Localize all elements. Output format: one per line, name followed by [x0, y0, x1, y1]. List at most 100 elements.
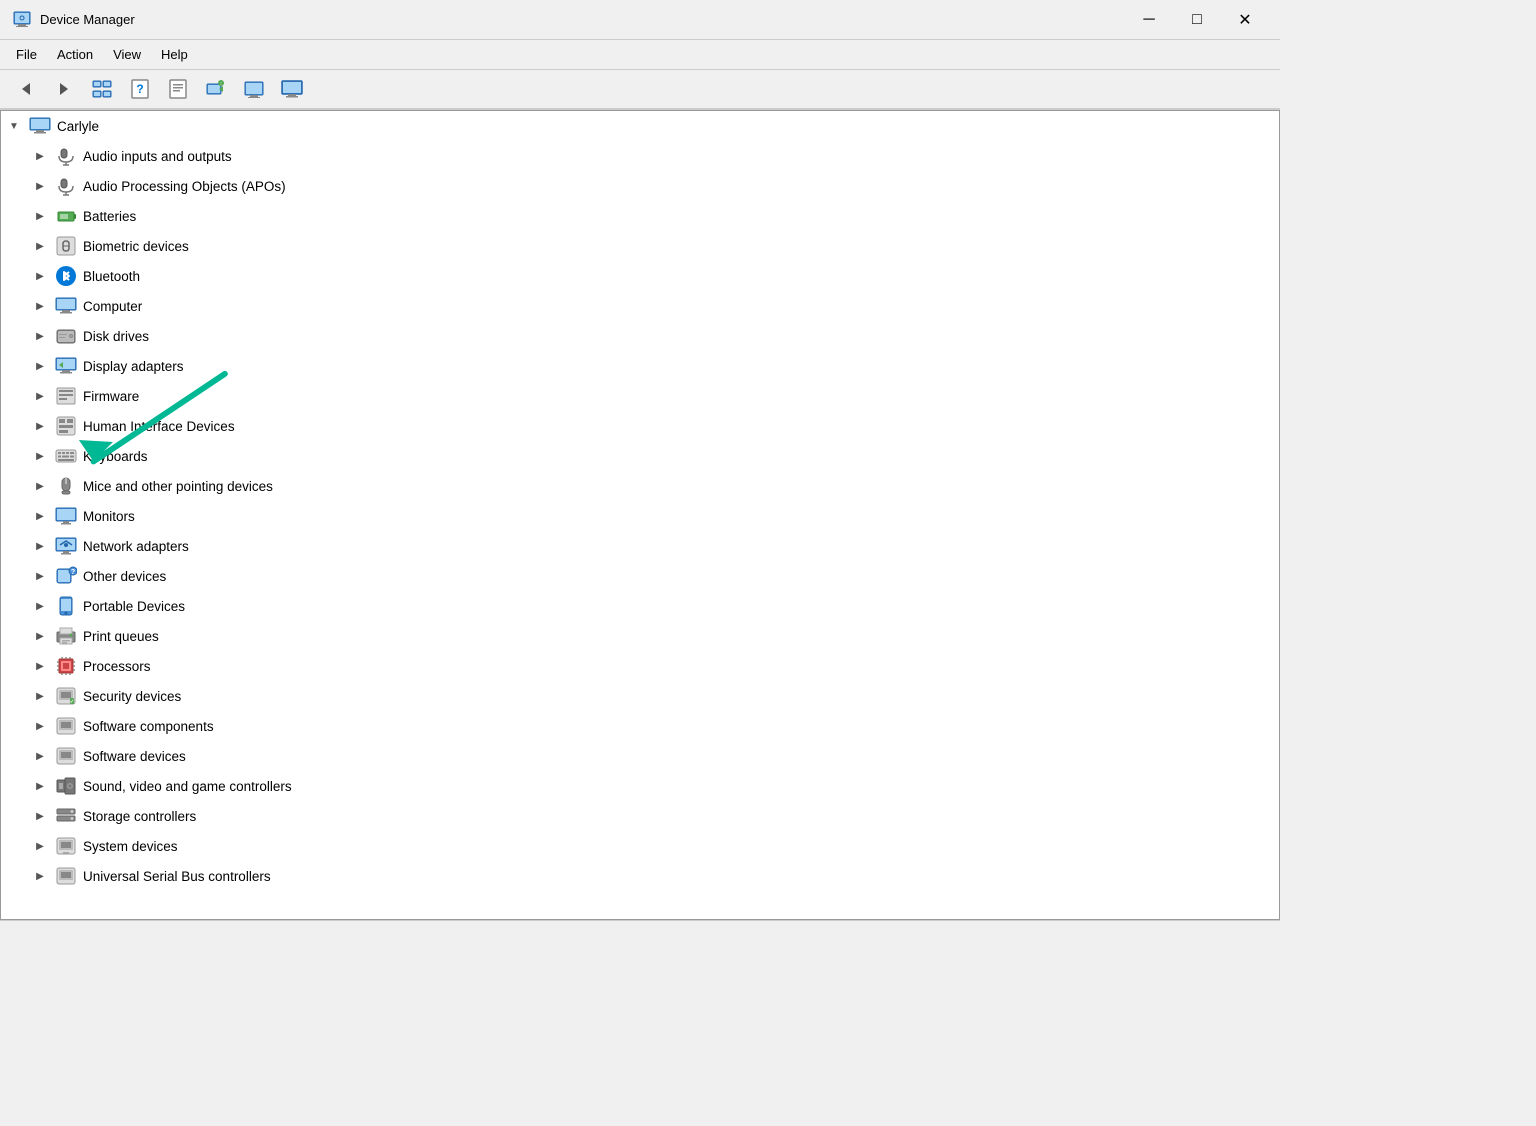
- title-bar: Device Manager ─ □ ✕: [0, 0, 1280, 40]
- minimize-button[interactable]: ─: [1126, 4, 1172, 36]
- mice-icon: [55, 475, 77, 497]
- print-icon: [55, 625, 77, 647]
- tree-item-keyboards[interactable]: Keyboards: [1, 441, 1279, 471]
- tree-item-software-components[interactable]: Software components: [1, 711, 1279, 741]
- root-chevron: [5, 117, 23, 135]
- tree-item-print[interactable]: Print queues: [1, 621, 1279, 651]
- hid-chevron: [31, 417, 49, 435]
- tree-item-network[interactable]: Network adapters: [1, 531, 1279, 561]
- network-chevron: [31, 537, 49, 555]
- batteries-chevron: [31, 207, 49, 225]
- software-components-icon: [55, 715, 77, 737]
- tree-item-hid[interactable]: Human Interface Devices: [1, 411, 1279, 441]
- scan-button[interactable]: [236, 74, 272, 104]
- tree-item-processors[interactable]: Processors: [1, 651, 1279, 681]
- tree-item-bluetooth[interactable]: Bluetooth: [1, 261, 1279, 291]
- menu-action[interactable]: Action: [49, 44, 101, 65]
- back-icon: [16, 79, 36, 99]
- menu-view[interactable]: View: [105, 44, 149, 65]
- computer-label: Computer: [83, 299, 142, 314]
- menu-bar: File Action View Help: [0, 40, 1280, 70]
- security-label: Security devices: [83, 689, 181, 704]
- show-hide-icon: [91, 78, 113, 100]
- tree-item-security[interactable]: ✓ Security devices: [1, 681, 1279, 711]
- forward-icon: [54, 79, 74, 99]
- biometric-chevron: [31, 237, 49, 255]
- maximize-button[interactable]: □: [1174, 4, 1220, 36]
- tree-item-monitors[interactable]: Monitors: [1, 501, 1279, 531]
- hid-icon: [55, 415, 77, 437]
- root-computer-icon: [29, 115, 51, 137]
- tree-item-computer[interactable]: Computer: [1, 291, 1279, 321]
- usb-chevron: [31, 867, 49, 885]
- tree-item-usb[interactable]: Universal Serial Bus controllers: [1, 861, 1279, 891]
- system-chevron: [31, 837, 49, 855]
- display-label: Display adapters: [83, 359, 184, 374]
- software-devices-label: Software devices: [83, 749, 186, 764]
- processors-label: Processors: [83, 659, 151, 674]
- system-label: System devices: [83, 839, 178, 854]
- computer-chevron: [31, 297, 49, 315]
- software-components-label: Software components: [83, 719, 214, 734]
- print-chevron: [31, 627, 49, 645]
- computer-icon2: [55, 295, 77, 317]
- tree-item-audio-inputs[interactable]: Audio inputs and outputs: [1, 141, 1279, 171]
- update-driver-icon: ↑: [205, 78, 227, 100]
- other-label: Other devices: [83, 569, 166, 584]
- processors-icon: [55, 655, 77, 677]
- title-bar-controls: ─ □ ✕: [1126, 4, 1268, 36]
- sound-chevron: [31, 777, 49, 795]
- tree-item-display[interactable]: Display adapters: [1, 351, 1279, 381]
- root-label: Carlyle: [57, 119, 99, 134]
- audio-inputs-icon: [55, 145, 77, 167]
- computer-view-button[interactable]: [274, 74, 310, 104]
- properties-button[interactable]: [160, 74, 196, 104]
- storage-chevron: [31, 807, 49, 825]
- forward-button[interactable]: [46, 74, 82, 104]
- tree-item-batteries[interactable]: Batteries: [1, 201, 1279, 231]
- help-button[interactable]: ?: [122, 74, 158, 104]
- svg-text:?: ?: [136, 82, 143, 96]
- portable-chevron: [31, 597, 49, 615]
- tree-item-disk[interactable]: Disk drives: [1, 321, 1279, 351]
- sound-label: Sound, video and game controllers: [83, 779, 292, 794]
- batteries-label: Batteries: [83, 209, 136, 224]
- hid-label: Human Interface Devices: [83, 419, 235, 434]
- processors-chevron: [31, 657, 49, 675]
- tree-item-portable[interactable]: Portable Devices: [1, 591, 1279, 621]
- bluetooth-icon: [55, 265, 77, 287]
- portable-icon: [55, 595, 77, 617]
- other-chevron: [31, 567, 49, 585]
- tree-item-firmware[interactable]: Firmware: [1, 381, 1279, 411]
- show-hide-button[interactable]: [84, 74, 120, 104]
- back-button[interactable]: [8, 74, 44, 104]
- tree-item-biometric[interactable]: Biometric devices: [1, 231, 1279, 261]
- batteries-icon: [55, 205, 77, 227]
- tree-item-mice[interactable]: Mice and other pointing devices: [1, 471, 1279, 501]
- menu-file[interactable]: File: [8, 44, 45, 65]
- close-button[interactable]: ✕: [1222, 4, 1268, 36]
- bluetooth-chevron: [31, 267, 49, 285]
- monitors-icon: [55, 505, 77, 527]
- biometric-label: Biometric devices: [83, 239, 189, 254]
- tree-item-software-devices[interactable]: Software devices: [1, 741, 1279, 771]
- portable-label: Portable Devices: [83, 599, 185, 614]
- tree-item-storage[interactable]: Storage controllers: [1, 801, 1279, 831]
- tree-item-sound[interactable]: Sound, video and game controllers: [1, 771, 1279, 801]
- network-icon: [55, 535, 77, 557]
- app-icon: [12, 10, 32, 30]
- update-driver-button[interactable]: ↑: [198, 74, 234, 104]
- title-bar-left: Device Manager: [12, 10, 135, 30]
- keyboards-label: Keyboards: [83, 449, 148, 464]
- tree-item-audio-apo[interactable]: Audio Processing Objects (APOs): [1, 171, 1279, 201]
- firmware-chevron: [31, 387, 49, 405]
- properties-icon: [167, 78, 189, 100]
- storage-label: Storage controllers: [83, 809, 196, 824]
- menu-help[interactable]: Help: [153, 44, 196, 65]
- svg-text:↑: ↑: [220, 81, 223, 87]
- tree-item-system[interactable]: System devices: [1, 831, 1279, 861]
- biometric-icon: [55, 235, 77, 257]
- tree-item-other[interactable]: ? Other devices: [1, 561, 1279, 591]
- tree-root-carlyle[interactable]: Carlyle: [1, 111, 1279, 141]
- scan-icon: [243, 78, 265, 100]
